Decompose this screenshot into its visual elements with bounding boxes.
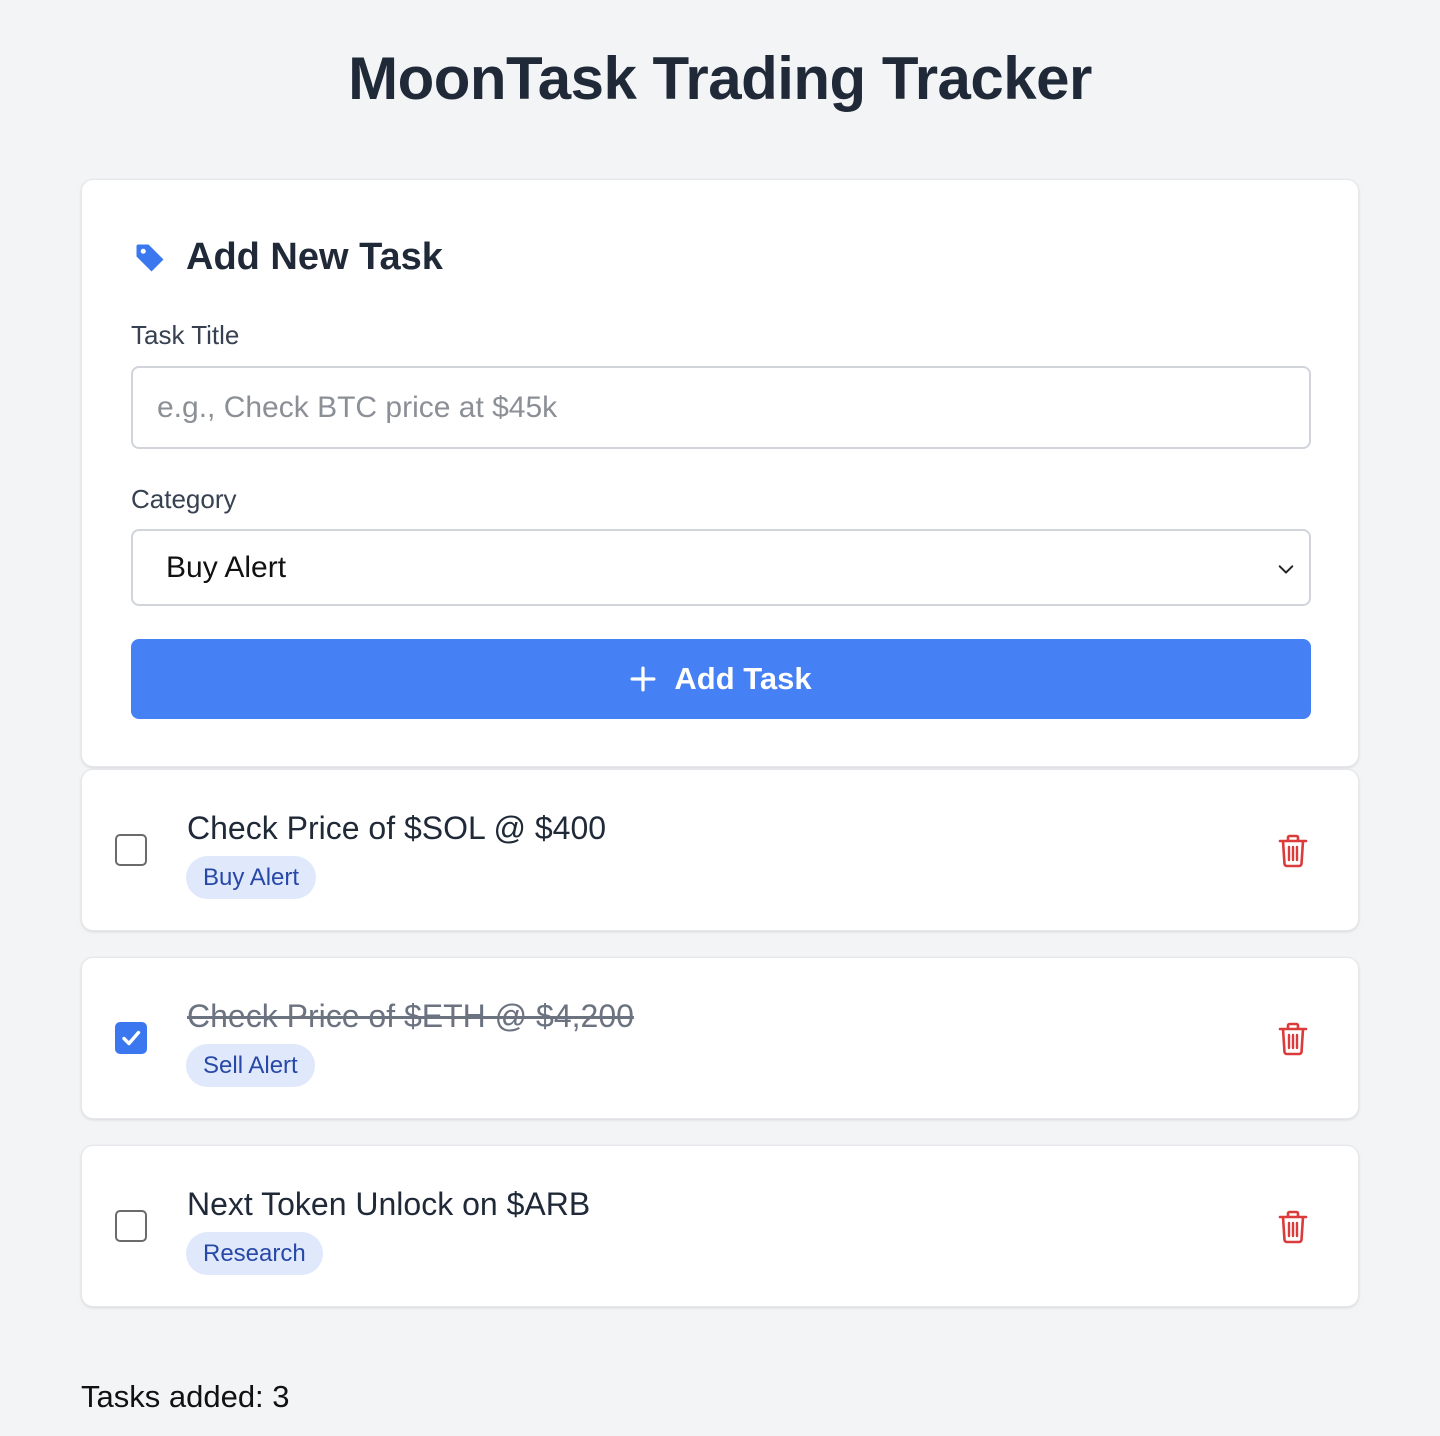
chevron-down-icon	[1278, 565, 1294, 574]
task-title-input[interactable]	[131, 366, 1311, 449]
task-title: Next Token Unlock on $ARB	[187, 1186, 591, 1222]
form-heading: Add New Task	[132, 236, 443, 279]
task-checkbox-checked[interactable]	[115, 1022, 147, 1054]
form-heading-text: Add New Task	[186, 236, 443, 278]
tag-icon	[136, 244, 164, 271]
tasks-added-count: Tasks added: 3	[81, 1379, 290, 1414]
task-item: Check Price of $ETH @ $4,200 Sell Alert	[81, 957, 1359, 1119]
trash-icon[interactable]	[1278, 1022, 1308, 1056]
plus-icon	[630, 666, 656, 692]
category-selected-value: Buy Alert	[166, 550, 287, 584]
trash-icon[interactable]	[1278, 1210, 1308, 1244]
app-page: MoonTask Trading Tracker Add New Task Ta…	[0, 0, 1440, 1436]
page-title: MoonTask Trading Tracker	[348, 45, 1092, 112]
trash-icon[interactable]	[1278, 834, 1308, 868]
category-badge: Sell Alert	[186, 1044, 315, 1087]
task-checkbox[interactable]	[115, 834, 147, 866]
task-title: Check Price of $ETH @ $4,200	[187, 998, 634, 1034]
task-title-label: Task Title	[131, 320, 240, 350]
task-item: Next Token Unlock on $ARB Research	[81, 1145, 1359, 1307]
category-badge: Buy Alert	[186, 856, 317, 899]
add-task-button[interactable]: Add Task	[131, 639, 1311, 719]
add-task-form: Add New Task Task Title Category Buy Ale…	[81, 179, 1359, 767]
task-item: Check Price of $SOL @ $400 Buy Alert	[81, 769, 1359, 931]
task-checkbox[interactable]	[115, 1210, 147, 1242]
category-badge: Research	[186, 1232, 323, 1275]
task-title: Check Price of $SOL @ $400	[187, 810, 607, 846]
check-icon	[122, 1030, 141, 1046]
category-label: Category	[131, 484, 237, 514]
category-select[interactable]: Buy Alert	[131, 529, 1311, 606]
add-task-button-label: Add Task	[674, 661, 812, 696]
